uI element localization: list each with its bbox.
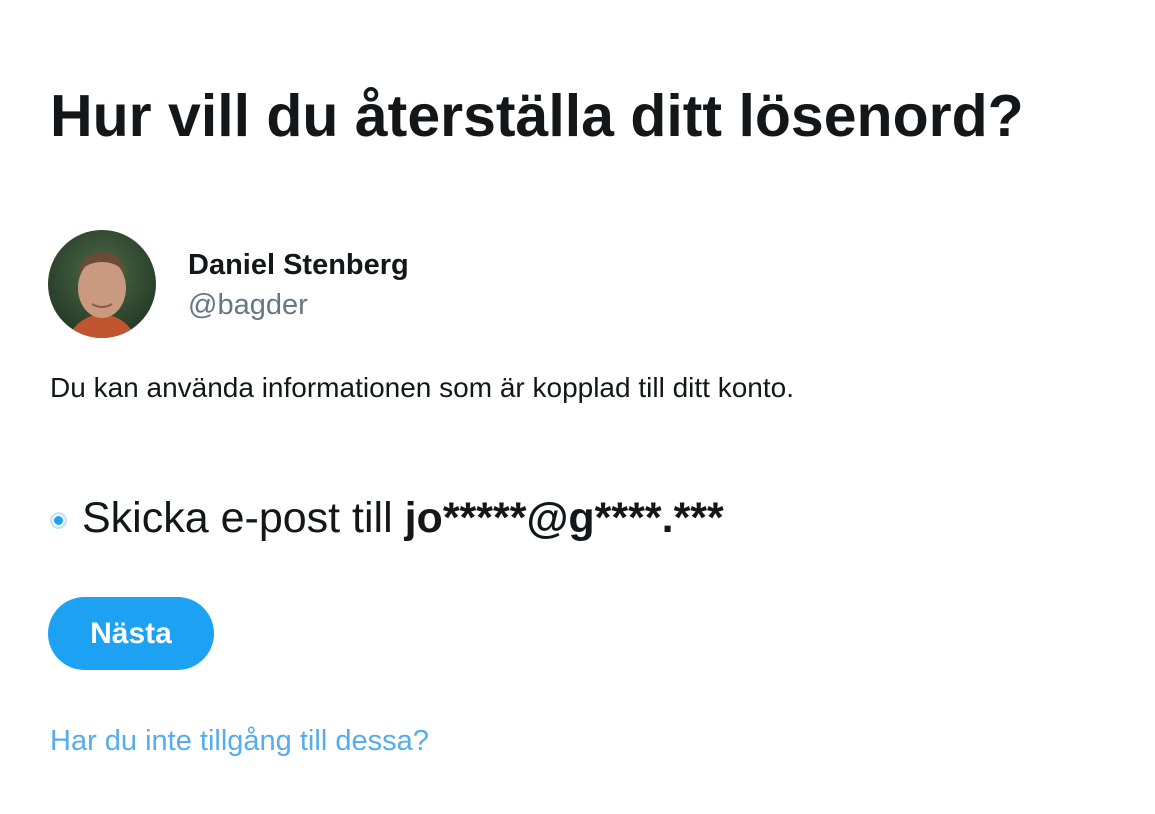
avatar <box>48 230 156 338</box>
email-option[interactable]: Skicka e-post till jo*****@g****.*** <box>50 493 724 543</box>
no-access-link[interactable]: Har du inte tillgång till dessa? <box>50 724 429 758</box>
radio-button-selected[interactable] <box>50 511 67 529</box>
next-button[interactable]: Nästa <box>48 597 214 670</box>
account-handle: @bagder <box>188 289 308 321</box>
email-option-label: Skicka e-post till jo*****@g****.*** <box>82 493 724 543</box>
page-title: Hur vill du återställa ditt lösenord? <box>50 83 1024 149</box>
account-name: Daniel Stenberg <box>188 249 409 281</box>
masked-email: jo*****@g****.*** <box>404 494 724 542</box>
option-prefix: Skicka e-post till <box>82 494 405 542</box>
description-text: Du kan använda informationen som är kopp… <box>50 372 794 403</box>
